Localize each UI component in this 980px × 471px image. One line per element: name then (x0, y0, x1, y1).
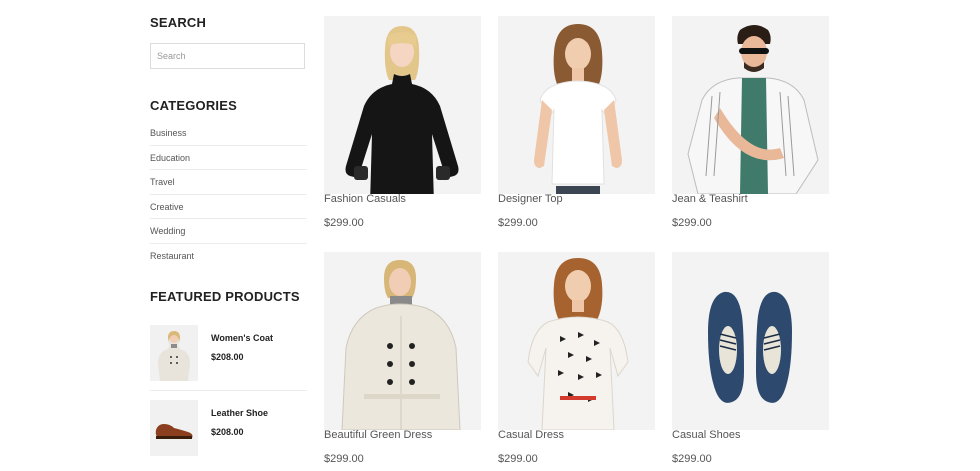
product-image-casual-dress[interactable] (498, 252, 655, 430)
product-title[interactable]: Casual Shoes (672, 429, 741, 441)
featured-product-name[interactable]: Women's Coat (211, 333, 273, 343)
product-image-casual-shoes[interactable] (672, 252, 829, 430)
product-title[interactable]: Jean & Teashirt (672, 193, 748, 205)
product-title[interactable]: Beautiful Green Dress (324, 429, 432, 441)
product-image-jean-teashirt[interactable] (672, 16, 829, 194)
category-item-business[interactable]: Business (150, 121, 307, 146)
product-price: $299.00 (324, 453, 364, 465)
product-price: $299.00 (324, 217, 364, 229)
product-price: $299.00 (672, 217, 712, 229)
featured-product-price: $208.00 (211, 427, 244, 437)
product-title[interactable]: Fashion Casuals (324, 193, 406, 205)
product-image-fashion-casuals[interactable] (324, 16, 481, 194)
product-price: $299.00 (498, 453, 538, 465)
featured-product-name[interactable]: Leather Shoe (211, 408, 268, 418)
category-item-education[interactable]: Education (150, 146, 307, 170)
category-item-creative[interactable]: Creative (150, 195, 307, 219)
featured-product-price: $208.00 (211, 352, 244, 362)
product-price: $299.00 (672, 453, 712, 465)
product-title[interactable]: Designer Top (498, 193, 563, 205)
search-heading: SEARCH (150, 15, 207, 30)
category-list: Business Education Travel Creative Weddi… (150, 121, 307, 268)
category-item-wedding[interactable]: Wedding (150, 219, 307, 244)
product-title[interactable]: Casual Dress (498, 429, 564, 441)
category-item-restaurant[interactable]: Restaurant (150, 244, 307, 269)
featured-products-heading: FEATURED PRODUCTS (150, 289, 300, 304)
divider (150, 390, 307, 391)
featured-product-image-leather-shoe[interactable] (150, 400, 198, 456)
categories-heading: CATEGORIES (150, 98, 237, 113)
featured-product-item[interactable]: Leather Shoe $208.00 (150, 400, 307, 456)
product-image-designer-top[interactable] (498, 16, 655, 194)
featured-product-item[interactable]: Women's Coat $208.00 (150, 325, 307, 381)
product-price: $299.00 (498, 217, 538, 229)
category-item-travel[interactable]: Travel (150, 170, 307, 195)
product-image-beautiful-green-dress[interactable] (324, 252, 481, 430)
search-input[interactable] (150, 43, 305, 69)
featured-product-image-womens-coat[interactable] (150, 325, 198, 381)
